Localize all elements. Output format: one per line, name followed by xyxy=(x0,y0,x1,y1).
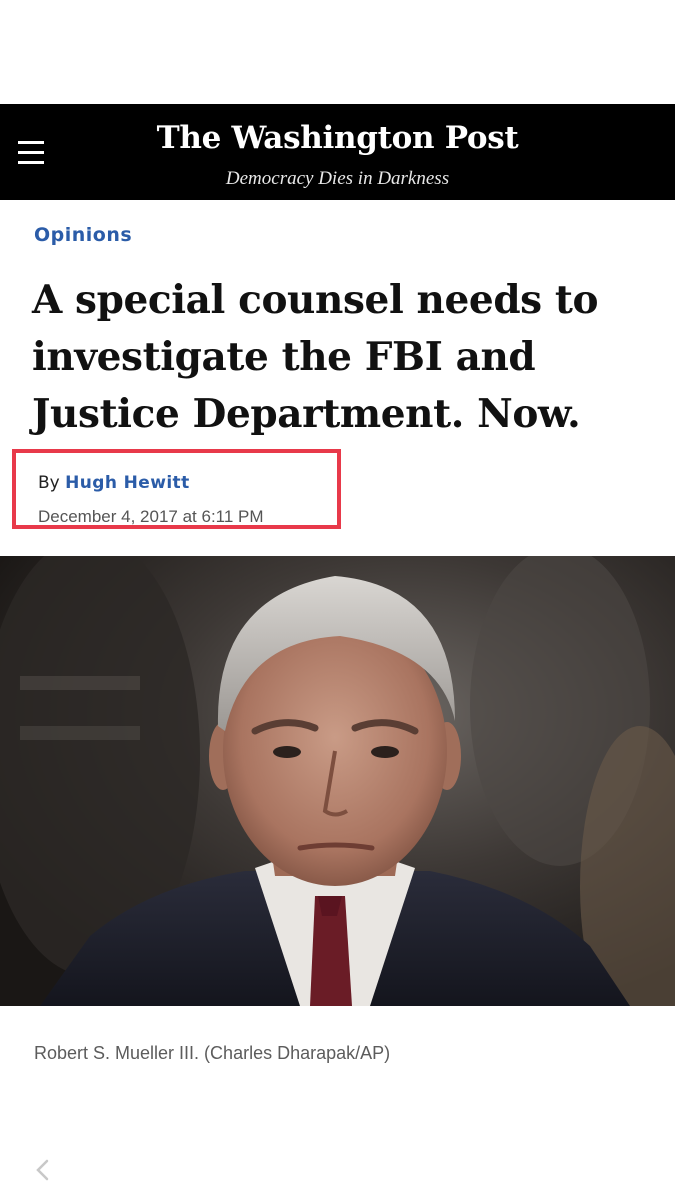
chevron-left-icon[interactable] xyxy=(32,1158,54,1182)
article-headline: A special counsel needs to investigate t… xyxy=(32,277,599,437)
masthead: The Washington Post Democracy Dies in Da… xyxy=(0,104,675,200)
byline-highlight-box: By Hugh Hewitt December 4, 2017 at 6:11 … xyxy=(12,449,341,529)
publish-timestamp: December 4, 2017 at 6:11 PM xyxy=(38,507,264,526)
menu-bar xyxy=(18,160,44,164)
site-logo[interactable]: The Washington Post xyxy=(0,120,675,156)
top-blank-area xyxy=(0,0,675,104)
author-link[interactable]: Hugh Hewitt xyxy=(65,473,189,493)
site-tagline: Democracy Dies in Darkness xyxy=(225,168,450,189)
byline: By Hugh Hewitt xyxy=(38,473,190,493)
portrait-illustration xyxy=(0,556,675,1006)
photo-caption: Robert S. Mueller III. (Charles Dharapak… xyxy=(34,1043,391,1063)
article-photo xyxy=(0,556,675,1006)
byline-prefix: By xyxy=(38,473,60,493)
section-label-opinions[interactable]: Opinions xyxy=(34,224,132,246)
